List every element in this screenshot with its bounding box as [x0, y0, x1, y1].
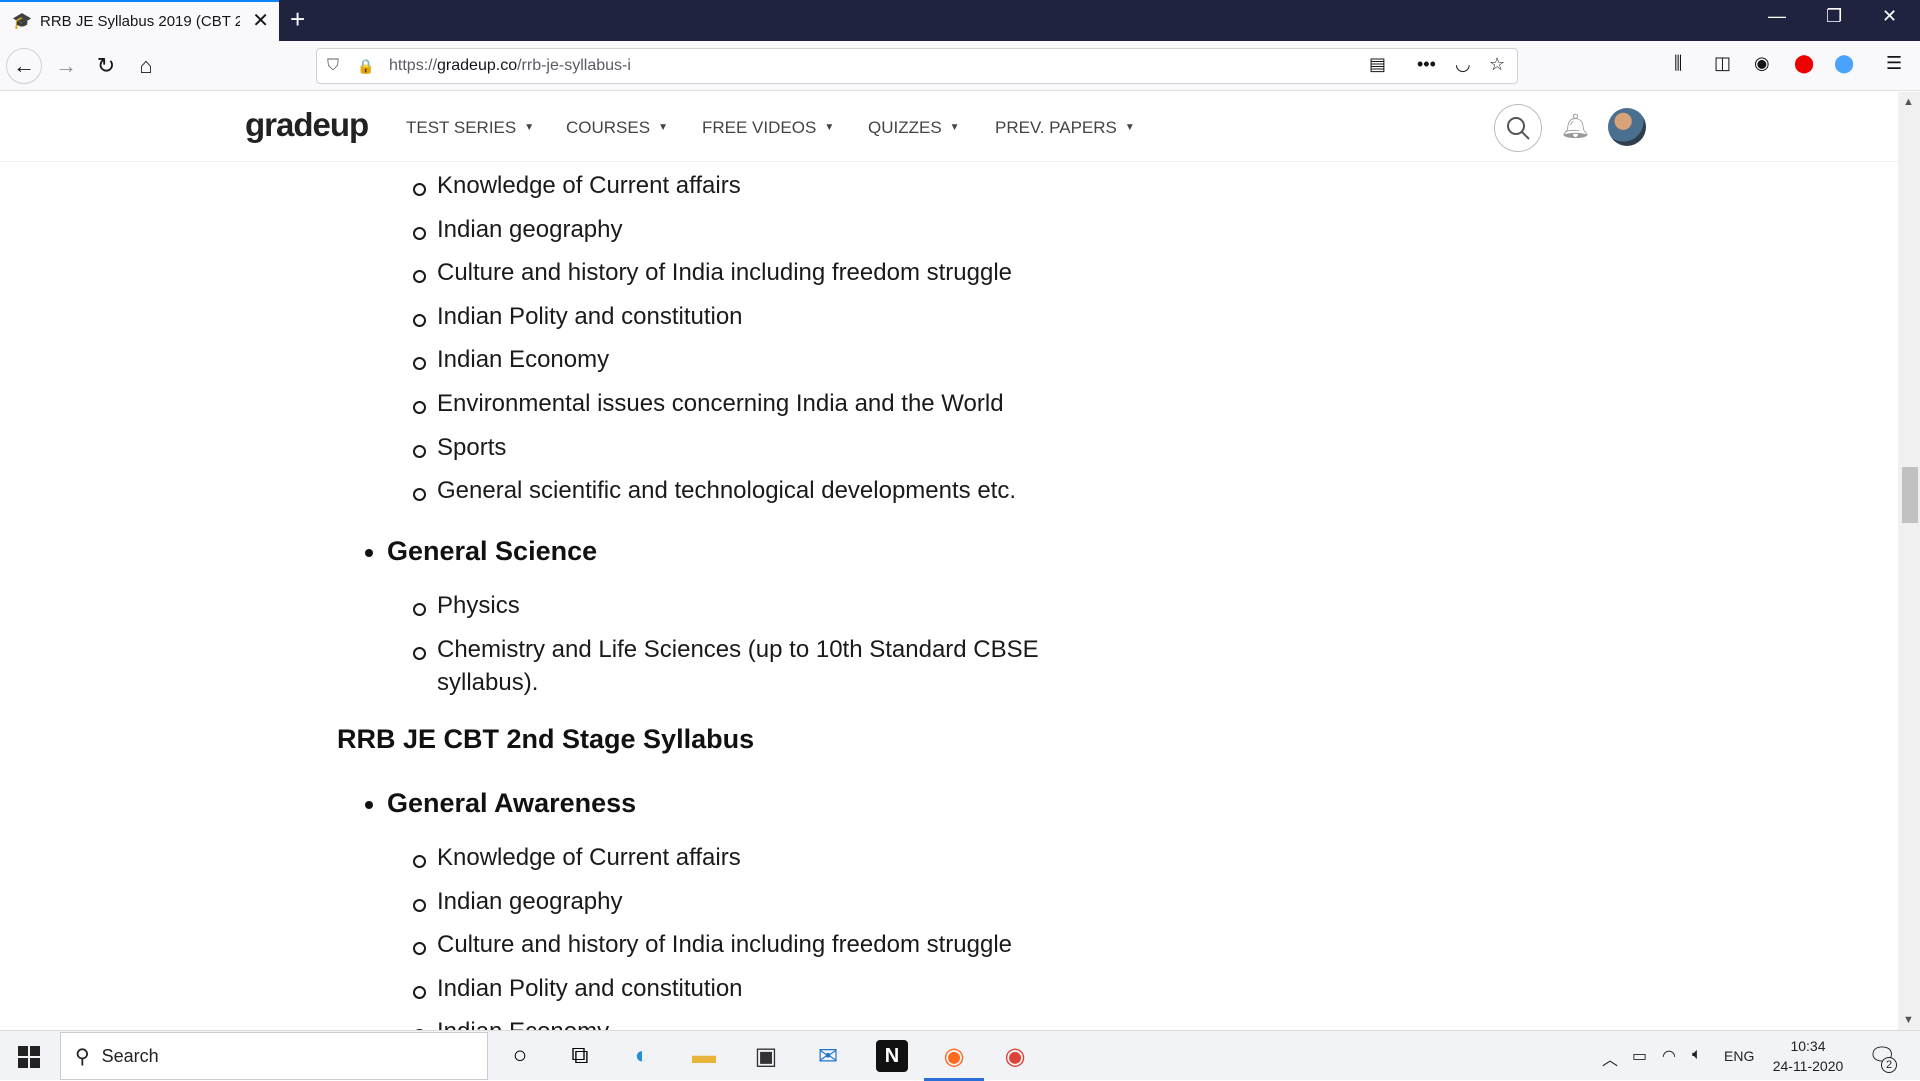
chrome-icon[interactable]: ◉	[999, 1040, 1031, 1072]
windows-start-icon[interactable]	[18, 1046, 40, 1068]
show-hidden-icons-icon[interactable]: ︿	[1602, 1046, 1618, 1070]
bookmark-star-icon[interactable]: ☆	[1489, 54, 1505, 75]
list-item: Knowledge of Current affairs	[413, 172, 741, 199]
notion-icon[interactable]: N	[876, 1040, 908, 1072]
chevron-down-icon: ▼	[1124, 122, 1135, 133]
nav-test-series[interactable]: TEST SERIES ▼	[406, 118, 534, 138]
list-item: Environmental issues concerning India an…	[413, 390, 1004, 417]
minimize-icon[interactable]: —	[1768, 6, 1786, 27]
browser-tab-active[interactable]: 🎓 RRB JE Syllabus 2019 (CBT 2 & ✕	[0, 0, 279, 41]
taskbar-search-box[interactable]: ⚲ Search	[60, 1032, 488, 1080]
home-button[interactable]: ⌂	[128, 48, 164, 84]
general-science-heading: General Science	[364, 536, 598, 566]
list-item: Indian Economy	[412, 1018, 609, 1030]
search-icon: ⚲	[75, 1045, 90, 1068]
user-avatar[interactable]	[1608, 108, 1646, 146]
site-search-button[interactable]	[1494, 104, 1542, 152]
scroll-down-icon[interactable]: ▼	[1903, 1014, 1914, 1026]
list-item: Indian Polity and constitution	[413, 303, 743, 330]
edge-icon[interactable]: ◐	[626, 1040, 658, 1072]
article-content: Knowledge of Current affairs Indian geog…	[0, 162, 1898, 1030]
list-item: Indian geography	[412, 888, 623, 915]
page-actions-icon[interactable]: •••	[1417, 54, 1436, 75]
page-scrollbar[interactable]	[1898, 92, 1920, 1030]
browser-tab-strip: 🎓 RRB JE Syllabus 2019 (CBT 2 & ✕ + — ❐ …	[0, 0, 1920, 41]
list-item: Sports	[412, 434, 507, 461]
list-item: Chemistry and Life Sciences (up to 10th …	[413, 636, 1039, 663]
close-window-icon[interactable]: ✕	[1882, 6, 1897, 27]
search-icon	[1507, 117, 1530, 140]
nav-quizzes[interactable]: QUIZZES ▼	[868, 118, 960, 138]
scroll-up-icon[interactable]: ▲	[1903, 96, 1914, 108]
task-view-icon[interactable]: ⧉	[564, 1040, 596, 1072]
chevron-down-icon: ▼	[658, 122, 668, 133]
browser-toolbar: ← → ↻ ⌂ ⛉ 🔒 https://gradeup.co/rrb-je-sy…	[0, 41, 1920, 91]
taskbar-clock[interactable]: 10:34 24-11-2020	[1765, 1036, 1851, 1076]
list-item-continuation: syllabus).	[437, 669, 539, 696]
chevron-down-icon: ▼	[949, 122, 960, 133]
url-text[interactable]: https://gradeup.co/rrb-je-syllabus-i	[389, 57, 631, 75]
opera-extension-icon[interactable]: ⬤	[1794, 53, 1814, 74]
list-item: Culture and history of India including f…	[413, 259, 1012, 286]
extension-icon[interactable]: ⬤	[1834, 53, 1854, 74]
nav-free-videos[interactable]: FREE VIDEOS ▼	[702, 118, 834, 138]
list-item: Indian Economy	[412, 346, 610, 373]
store-icon[interactable]: ▣	[750, 1040, 782, 1072]
lock-icon[interactable]: 🔒	[357, 58, 374, 75]
cortana-icon[interactable]: ○	[504, 1040, 536, 1072]
site-header: gradeup TEST SERIES ▼ COURSES ▼ FREE VIDEO…	[0, 92, 1898, 162]
tracking-shield-icon[interactable]: ⛉	[327, 57, 345, 75]
forward-button[interactable]: →	[48, 48, 84, 84]
wifi-icon[interactable]: ◠	[1662, 1046, 1676, 1066]
notification-count-badge: 2	[1881, 1057, 1897, 1073]
general-awareness-heading: General Awareness	[364, 788, 637, 818]
tab-title: RRB JE Syllabus 2019 (CBT 2 &	[40, 13, 240, 30]
file-explorer-icon[interactable]: ▬	[688, 1040, 720, 1072]
list-item: Physics	[413, 592, 520, 619]
restore-icon[interactable]: ❐	[1826, 6, 1842, 27]
list-item: Knowledge of Current affairs	[413, 844, 741, 871]
close-tab-icon[interactable]: ✕	[252, 11, 269, 31]
url-bar[interactable]: ⛉ 🔒 https://gradeup.co/rrb-je-syllabus-i…	[316, 48, 1518, 84]
mail-icon[interactable]: ✉	[812, 1040, 844, 1072]
back-button[interactable]: ←	[6, 48, 42, 84]
library-icon[interactable]: ⫼	[1674, 53, 1682, 74]
stage2-section-heading: RRB JE CBT 2nd Stage Syllabus	[337, 724, 755, 754]
battery-icon[interactable]: ▭	[1632, 1046, 1647, 1066]
windows-taskbar: ⚲ Search ○ ⧉ ◐ ▬ ▣ ✉ N ◉ ◉ ︿ ▭ ◠ 🔈︎ ENG …	[0, 1030, 1920, 1081]
volume-icon[interactable]: 🔈︎	[1692, 1046, 1702, 1064]
chevron-down-icon: ▼	[524, 122, 535, 133]
scrollbar-thumb[interactable]	[1902, 467, 1918, 523]
clock-date: 24-11-2020	[1772, 1058, 1844, 1074]
nav-prev-papers[interactable]: PREV. PAPERS ▼	[995, 118, 1135, 138]
bell-icon[interactable]: 🔔︎	[1560, 112, 1590, 142]
new-tab-button[interactable]: +	[290, 6, 305, 32]
list-item: Indian Polity and constitution	[413, 975, 743, 1002]
sidebar-icon[interactable]: ◫	[1714, 53, 1731, 74]
firefox-icon[interactable]: ◉	[924, 1040, 984, 1081]
reload-button[interactable]: ↻	[88, 48, 124, 84]
site-favicon-icon: 🎓	[12, 12, 32, 30]
nav-courses[interactable]: COURSES ▼	[566, 118, 668, 138]
list-item: Culture and history of India including f…	[413, 931, 1012, 958]
reader-view-icon[interactable]: ▤	[1369, 54, 1386, 75]
account-icon[interactable]: ◉	[1754, 53, 1770, 74]
clock-time: 10:34	[1790, 1038, 1826, 1054]
pocket-icon[interactable]: ◡	[1455, 54, 1471, 75]
chevron-down-icon: ▼	[824, 122, 835, 133]
list-item: Indian geography	[412, 216, 623, 243]
list-item: General scientific and technological dev…	[413, 477, 1016, 504]
taskbar-search-placeholder: Search	[101, 1045, 159, 1066]
language-indicator[interactable]: ENG	[1724, 1048, 1754, 1064]
site-logo[interactable]: gradeup	[245, 106, 369, 144]
menu-icon[interactable]: ☰	[1886, 53, 1902, 74]
